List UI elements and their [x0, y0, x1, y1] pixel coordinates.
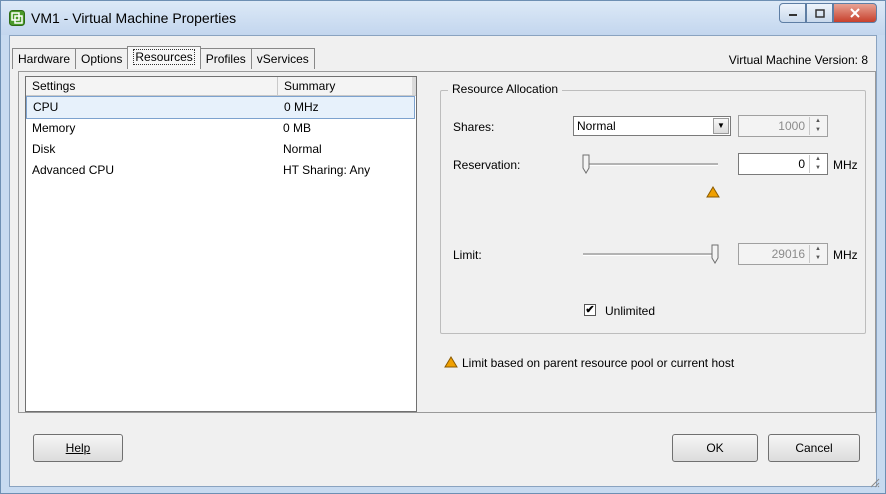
reservation-label: Reservation: — [453, 158, 521, 172]
close-icon — [850, 8, 860, 18]
reservation-unit: MHz — [833, 158, 858, 172]
unlimited-checkbox[interactable]: ✔ — [584, 304, 596, 316]
list-item-advanced-cpu[interactable]: Advanced CPU HT Sharing: Any — [26, 160, 416, 181]
maximize-button[interactable] — [806, 3, 833, 23]
reservation-slider-thumb[interactable] — [582, 154, 590, 174]
list-item-setting: Advanced CPU — [32, 163, 115, 177]
list-item-cpu[interactable]: CPU 0 MHz — [26, 96, 415, 119]
limit-value: 29016 — [771, 247, 805, 261]
list-item-summary: HT Sharing: Any — [283, 163, 371, 177]
stepper-down-icon: ▼ — [815, 127, 821, 133]
list-item-setting: Disk — [32, 142, 56, 156]
window-title: VM1 - Virtual Machine Properties — [31, 10, 237, 26]
shares-select-value: Normal — [577, 119, 616, 133]
column-header-settings[interactable]: Settings — [26, 77, 278, 95]
column-header-summary[interactable]: Summary — [278, 77, 416, 95]
list-item-summary: Normal — [283, 142, 322, 156]
minimize-icon — [788, 14, 797, 16]
vsphere-vm-icon — [9, 10, 25, 26]
list-item-summary: 0 MHz — [284, 100, 319, 114]
settings-list[interactable]: Settings Summary CPU 0 MHz Memory 0 MB D… — [25, 76, 417, 412]
shares-stepper-buttons: ▲ ▼ — [809, 117, 826, 135]
tab-options[interactable]: Options — [75, 48, 129, 69]
close-button[interactable] — [833, 3, 877, 23]
list-item-setting: CPU — [33, 100, 59, 114]
warning-icon — [444, 356, 458, 368]
checkmark-icon: ✔ — [585, 304, 595, 316]
limit-label: Limit: — [453, 248, 482, 262]
caption-buttons — [779, 3, 877, 25]
unlimited-label[interactable]: Unlimited — [605, 304, 655, 318]
title-bar[interactable]: VM1 - Virtual Machine Properties — [1, 1, 885, 35]
reservation-slider-track[interactable] — [586, 163, 718, 166]
ok-button[interactable]: OK — [672, 434, 758, 462]
tab-bar: Hardware Options Resources Profiles vSer… — [12, 46, 315, 70]
tab-resources[interactable]: Resources — [127, 46, 201, 69]
limit-slider-thumb[interactable] — [711, 244, 719, 264]
resize-grip-icon[interactable] — [868, 476, 880, 488]
shares-select[interactable]: Normal ▼ — [573, 116, 731, 136]
list-item-setting: Memory — [32, 121, 76, 135]
reservation-value: 0 — [798, 157, 805, 171]
reservation-stepper[interactable]: 0 ▲ ▼ — [738, 153, 828, 175]
shares-number-value: 1000 — [778, 119, 805, 133]
limit-footnote: Limit based on parent resource pool or c… — [462, 356, 735, 370]
warning-icon — [706, 186, 720, 198]
limit-unit: MHz — [833, 248, 858, 262]
tab-hardware[interactable]: Hardware — [12, 48, 77, 69]
stepper-up-icon[interactable]: ▲ — [810, 155, 826, 164]
list-header: Settings Summary — [26, 77, 416, 96]
vm-version-label: Virtual Machine Version: 8 — [728, 53, 868, 67]
list-item-memory[interactable]: Memory 0 MB — [26, 118, 416, 139]
cancel-button[interactable]: Cancel — [768, 434, 860, 462]
tab-profiles[interactable]: Profiles — [199, 48, 252, 69]
shares-number-stepper: 1000 ▲ ▼ — [738, 115, 828, 137]
stepper-up-icon: ▲ — [815, 118, 821, 124]
cancel-button-label: Cancel — [795, 441, 833, 455]
help-button-label: Help — [65, 441, 91, 455]
minimize-button[interactable] — [779, 3, 806, 23]
tab-resources-label: Resources — [133, 49, 195, 65]
maximize-icon — [814, 8, 825, 18]
shares-label: Shares: — [453, 120, 495, 134]
limit-stepper: 29016 ▲ ▼ — [738, 243, 828, 265]
resource-allocation-title: Resource Allocation — [448, 82, 563, 96]
chevron-down-icon[interactable]: ▼ — [713, 118, 729, 134]
tab-vservices[interactable]: vServices — [250, 48, 315, 69]
ok-button-label: OK — [706, 441, 724, 455]
stepper-down-icon[interactable]: ▼ — [810, 164, 826, 173]
list-item-summary: 0 MB — [283, 121, 312, 135]
limit-slider-track[interactable] — [583, 253, 715, 256]
list-item-disk[interactable]: Disk Normal — [26, 139, 416, 160]
stepper-down-icon: ▼ — [815, 255, 821, 261]
reservation-stepper-buttons[interactable]: ▲ ▼ — [809, 155, 826, 173]
help-button[interactable]: Help — [33, 434, 123, 462]
stepper-up-icon: ▲ — [815, 246, 821, 252]
limit-stepper-buttons: ▲ ▼ — [809, 245, 826, 263]
